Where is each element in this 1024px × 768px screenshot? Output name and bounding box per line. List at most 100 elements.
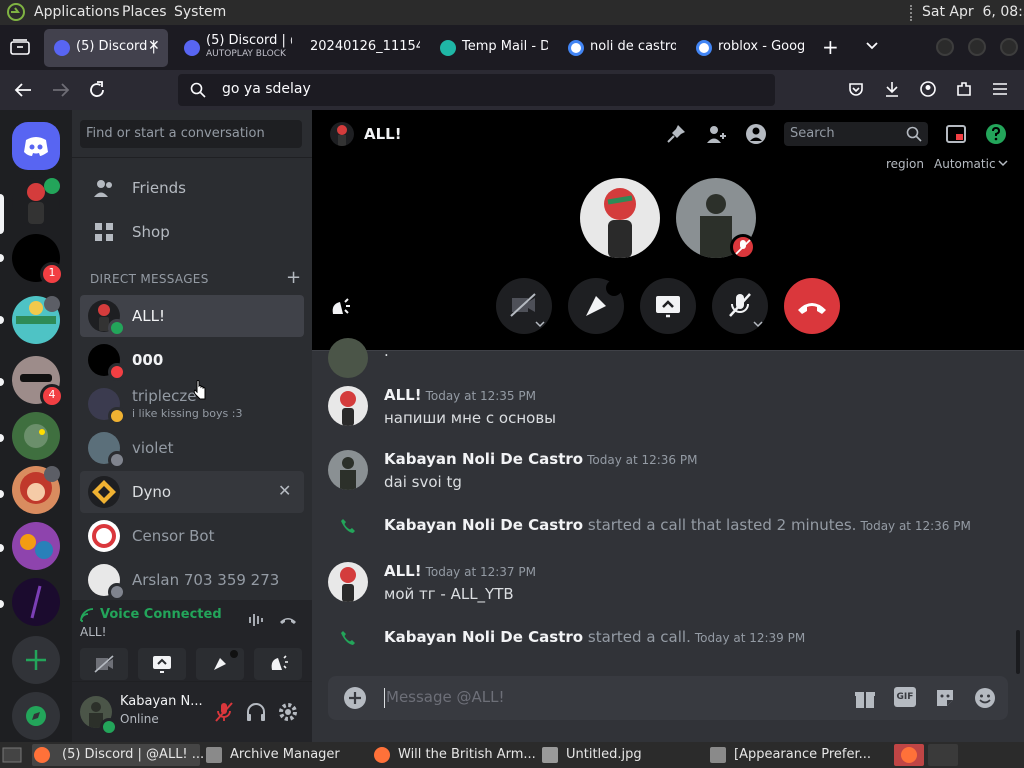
discord-home-icon[interactable] [12, 122, 60, 170]
noise-suppression-icon[interactable] [248, 612, 266, 628]
window-maximize-icon[interactable] [968, 38, 986, 56]
message-author[interactable]: ALL! [384, 562, 422, 580]
dm-item-violet[interactable]: violet [80, 427, 304, 469]
tab-discord-active[interactable]: (5) Discord | ✕ [44, 29, 168, 67]
message-avatar[interactable] [328, 562, 368, 602]
tab-discord-2[interactable]: (5) Discord | @ AUTOPLAY BLOCK [174, 29, 292, 67]
workspace-2[interactable] [928, 744, 958, 766]
new-tab-icon[interactable]: + [822, 35, 839, 59]
voice-icon [44, 296, 60, 312]
connection-icon[interactable] [80, 608, 96, 622]
mute-mic-icon[interactable] [212, 700, 236, 724]
dm-name: 000 [132, 351, 164, 369]
reload-icon[interactable] [88, 81, 106, 99]
message-avatar[interactable] [328, 338, 368, 378]
nav-shop[interactable]: Shop [80, 211, 304, 253]
participant-all-avatar[interactable] [580, 178, 660, 258]
nav-friends[interactable]: Friends [80, 167, 304, 209]
headphones-icon[interactable] [244, 700, 268, 724]
discover-servers-icon[interactable] [12, 692, 60, 740]
chevron-down-icon[interactable] [998, 158, 1008, 168]
places-menu[interactable]: Places [122, 4, 167, 20]
screen-share-button[interactable] [138, 648, 186, 680]
find-conversation-input[interactable]: Find or start a conversation [80, 120, 302, 148]
gif-icon[interactable]: GIF [894, 687, 916, 707]
disconnect-call-button[interactable] [784, 278, 840, 334]
scrollbar[interactable] [1016, 630, 1020, 674]
extensions-icon[interactable] [956, 81, 972, 97]
tab-image[interactable]: 20240126_111542 [300, 29, 420, 67]
tab-google-noli[interactable]: noli de castro [558, 29, 676, 67]
server-icon-bird[interactable] [12, 412, 60, 460]
tab-temp-mail[interactable]: Temp Mail - D [430, 29, 548, 67]
channel-search-input[interactable]: Search [784, 122, 928, 146]
message-author[interactable]: Kabayan Noli De Castro [384, 450, 583, 468]
url-bar[interactable]: go ya sdelay [178, 74, 775, 106]
video-toggle-button[interactable] [496, 278, 552, 334]
region-select[interactable]: Automatic [934, 157, 996, 171]
tab-overview-icon[interactable] [10, 39, 30, 55]
message-author[interactable]: ALL! [384, 386, 422, 404]
downloads-icon[interactable] [884, 81, 900, 97]
window-close-icon[interactable] [1000, 38, 1018, 56]
settings-gear-icon[interactable] [276, 700, 300, 724]
voice-channel[interactable]: ALL! [80, 625, 106, 639]
task-untitled-jpg[interactable]: Untitled.jpg [540, 744, 704, 766]
close-dm-icon[interactable]: ✕ [278, 481, 291, 500]
server-icon-purple[interactable] [12, 578, 60, 626]
task-discord[interactable]: (5) Discord | @ALL! ... [32, 744, 204, 766]
applications-menu[interactable]: Applications [34, 4, 120, 20]
help-icon[interactable] [984, 122, 1008, 146]
message-avatar[interactable] [328, 386, 368, 426]
video-off-button[interactable] [80, 648, 128, 680]
message-author[interactable]: Kabayan Noli De Castro [384, 628, 583, 646]
gift-icon[interactable] [854, 687, 876, 709]
message-author[interactable]: Kabayan Noli De Castro [384, 516, 583, 534]
activities-button[interactable] [196, 648, 244, 680]
voice-status[interactable]: Voice Connected [100, 607, 222, 622]
message-item: Kabayan Noli De Castro Today at 12:36 PM … [312, 448, 1024, 498]
add-server-icon[interactable] [12, 636, 60, 684]
create-dm-icon[interactable]: + [286, 267, 301, 288]
account-icon[interactable] [920, 81, 936, 97]
clock[interactable]: Sat Apr 6, 08:39 [922, 4, 1024, 20]
share-screen-button[interactable] [640, 278, 696, 334]
dm-item-arslan[interactable]: Arslan 703 359 273 [80, 559, 304, 601]
server-icon-anime[interactable] [12, 522, 60, 570]
task-appearance-preferences[interactable]: [Appearance Prefer... [708, 744, 890, 766]
attach-plus-icon[interactable] [344, 687, 366, 709]
dm-item-all[interactable]: ALL! [80, 295, 304, 337]
gnome-logo-icon[interactable] [6, 3, 26, 21]
system-menu[interactable]: System [174, 4, 226, 20]
show-desktop-icon[interactable] [2, 746, 22, 764]
back-icon[interactable] [14, 82, 32, 98]
list-tabs-icon[interactable] [864, 37, 880, 53]
close-tab-icon[interactable]: ✕ [148, 38, 160, 54]
task-archive-manager[interactable]: Archive Manager [204, 744, 368, 766]
dm-item-censor-bot[interactable]: Censor Bot [80, 515, 304, 557]
sticker-icon[interactable] [934, 687, 956, 709]
dm-item-dyno[interactable]: Dyno ✕ [80, 471, 304, 513]
dm-item-000[interactable]: 000 [80, 339, 304, 381]
task-label: [Appearance Prefer... [734, 747, 872, 762]
message-avatar[interactable] [328, 450, 368, 490]
username[interactable]: Kabayan N... [120, 694, 203, 709]
user-profile-icon[interactable] [744, 122, 768, 146]
soundboard-button[interactable] [254, 648, 302, 680]
task-british-army[interactable]: Will the British Arm... [372, 744, 536, 766]
add-friends-icon[interactable] [704, 122, 728, 146]
forward-icon[interactable] [52, 82, 70, 98]
activity-button[interactable] [568, 278, 624, 334]
tab-google-roblox[interactable]: roblox - Goog [686, 29, 804, 67]
workspace-switcher[interactable] [894, 744, 924, 766]
soundboard-icon[interactable] [328, 294, 352, 318]
inbox-icon[interactable] [944, 122, 968, 146]
hamburger-menu-icon[interactable] [992, 82, 1008, 96]
mute-toggle-button[interactable] [712, 278, 768, 334]
pinned-messages-icon[interactable] [664, 122, 688, 146]
disconnect-icon[interactable] [278, 612, 298, 628]
window-minimize-icon[interactable] [936, 38, 954, 56]
pocket-icon[interactable] [848, 81, 864, 97]
emoji-icon[interactable] [974, 687, 996, 709]
message-input[interactable]: Message @ALL! [386, 688, 505, 706]
